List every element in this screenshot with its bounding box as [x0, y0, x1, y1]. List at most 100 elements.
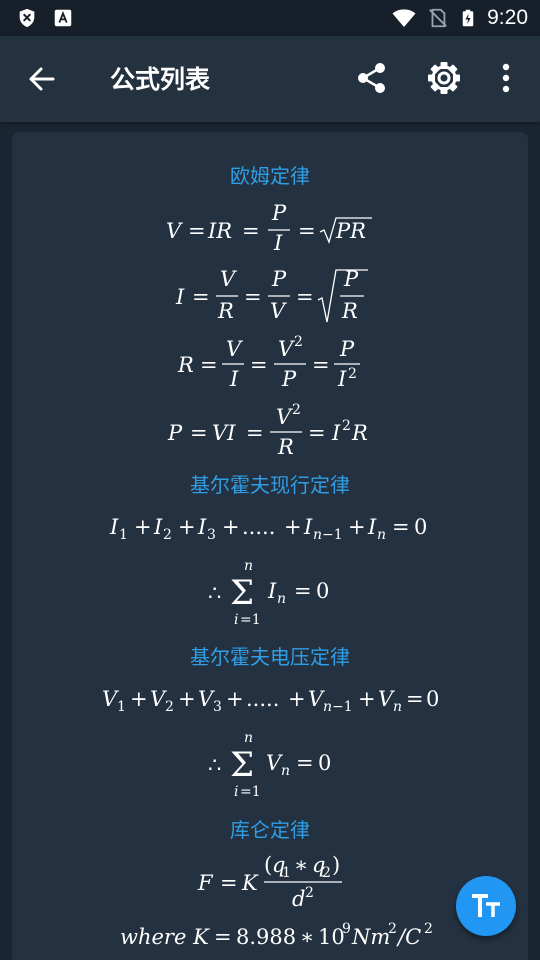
text-size-icon [472, 894, 500, 917]
svg-text:1: 1 [119, 527, 128, 543]
svg-text:R: R [351, 421, 368, 445]
svg-text:i: i [234, 784, 238, 800]
svg-text:=1: =1 [240, 784, 261, 800]
svg-text:=: = [250, 353, 268, 377]
svg-text:=: = [392, 515, 410, 539]
formula-ohms-p: P = VI = V 2 R = I 2 R [167, 402, 368, 459]
svg-text:∴: ∴ [208, 581, 221, 605]
svg-text:=: = [294, 579, 312, 603]
formula-ohms-r: R = V I = V 2 P = P I 2 [177, 334, 360, 391]
svg-text:I: I [197, 515, 207, 539]
shield-x-icon [19, 8, 35, 28]
svg-text:Σ: Σ [230, 573, 254, 613]
svg-text:2: 2 [424, 921, 433, 937]
svg-text:Nm: Nm [351, 925, 390, 949]
svg-text:I: I [267, 579, 277, 603]
svg-text:n: n [244, 730, 253, 746]
back-arrow-icon[interactable] [26, 63, 58, 95]
formula-kvl-sigma: ∴ n Σ i =1 Vn = 0 [208, 730, 331, 800]
svg-text:=: = [296, 751, 314, 775]
svg-text:V: V [276, 405, 293, 429]
svg-text:2: 2 [292, 402, 301, 418]
svg-text:I: I [175, 285, 185, 309]
svg-text:n: n [244, 558, 253, 574]
svg-text:n: n [323, 699, 332, 715]
formula-kvl-sum: V1 + V2 + V3 + ..... + Vn −1 + Vn = 0 [102, 687, 439, 715]
section-title-coulombs-law: 库仑定律 [230, 818, 310, 842]
svg-text:+: + [178, 687, 196, 711]
formula-list: 欧姆定律 V = IR = P I = PR I = V R = P V = P [12, 132, 528, 960]
svg-text:3: 3 [213, 699, 222, 715]
svg-text:2: 2 [163, 527, 172, 543]
svg-text:∗: ∗ [300, 925, 314, 949]
svg-text:=: = [246, 421, 264, 445]
formula-ohms-i: I = V R = P V = P R [175, 267, 368, 323]
svg-text:−1: −1 [332, 699, 353, 715]
wifi-icon [392, 9, 416, 27]
svg-text:F: F [197, 871, 214, 895]
svg-text:+: + [288, 687, 306, 711]
text-size-button[interactable] [456, 876, 516, 936]
svg-text:∗: ∗ [294, 853, 308, 877]
formula-coulomb-f: F = K ( q1 ∗ q2 ) d2 [197, 853, 342, 911]
formula-coulomb-k: where K = 8.988 ∗ 10 9 Nm 2 /C 2 [120, 921, 433, 949]
svg-text:VI: VI [212, 421, 236, 445]
svg-text:=: = [192, 285, 210, 309]
svg-text:0: 0 [318, 751, 331, 775]
formula-kcl-sum: I1 + I2 + I3 + ..... + In −1 + In = 0 [109, 515, 427, 543]
svg-text:Σ: Σ [230, 745, 254, 785]
formula-ohms-v: V = IR = P I = PR [166, 201, 372, 255]
svg-text:−1: −1 [322, 527, 343, 543]
settings-gear-icon[interactable] [427, 61, 461, 95]
svg-text:n: n [277, 591, 286, 607]
page-title: 公式列表 [110, 65, 211, 94]
svg-text:R: R [341, 299, 358, 323]
svg-text:V: V [220, 267, 237, 291]
svg-text:1: 1 [117, 699, 126, 715]
svg-text:2: 2 [348, 366, 357, 382]
svg-text:8.988: 8.988 [236, 925, 296, 949]
svg-text:∴: ∴ [208, 753, 221, 777]
svg-text:P: P [167, 421, 183, 445]
svg-text:2: 2 [165, 699, 174, 715]
svg-text:+: + [348, 515, 366, 539]
formula-kcl-sigma: ∴ n Σ i =1 In = 0 [208, 558, 329, 628]
svg-text:i: i [234, 612, 238, 628]
section-title-kcl: 基尔霍夫现行定律 [190, 473, 350, 497]
formula-card: 欧姆定律 V = IR = P I = PR I = V R = P V = P [12, 132, 528, 960]
svg-text:IR: IR [207, 219, 232, 243]
svg-text:=: = [242, 219, 260, 243]
svg-text:K: K [241, 871, 259, 895]
svg-text:I: I [153, 515, 163, 539]
svg-text:where K: where K [120, 925, 210, 949]
svg-text:PR: PR [335, 219, 366, 243]
svg-text:2: 2 [322, 865, 331, 881]
svg-text:n: n [393, 699, 402, 715]
svg-text:=: = [190, 421, 208, 445]
svg-text:n: n [377, 527, 386, 543]
section-title-kvl: 基尔霍夫电压定律 [190, 645, 350, 669]
svg-text:R: R [177, 353, 194, 377]
svg-text:R: R [217, 299, 234, 323]
svg-text:n: n [313, 527, 322, 543]
svg-text:I: I [109, 515, 119, 539]
svg-text:+: + [284, 515, 302, 539]
svg-text:P: P [271, 201, 287, 225]
svg-text:.....: ..... [242, 515, 275, 539]
svg-text:=: = [214, 925, 232, 949]
svg-text:(: ( [264, 853, 272, 877]
svg-text:/C: /C [396, 925, 421, 949]
svg-text:=: = [220, 871, 238, 895]
share-icon[interactable] [356, 61, 388, 95]
more-vert-icon[interactable] [496, 61, 516, 95]
svg-text:V: V [166, 219, 183, 243]
svg-text:=: = [244, 285, 262, 309]
svg-text:=1: =1 [240, 612, 261, 628]
svg-text:.....: ..... [246, 687, 279, 711]
svg-text:I: I [331, 421, 341, 445]
svg-text:d: d [292, 887, 305, 911]
app-bar: 公式列表 [0, 36, 540, 122]
svg-text:V: V [278, 337, 295, 361]
svg-text:+: + [226, 687, 244, 711]
svg-text:P: P [271, 267, 287, 291]
